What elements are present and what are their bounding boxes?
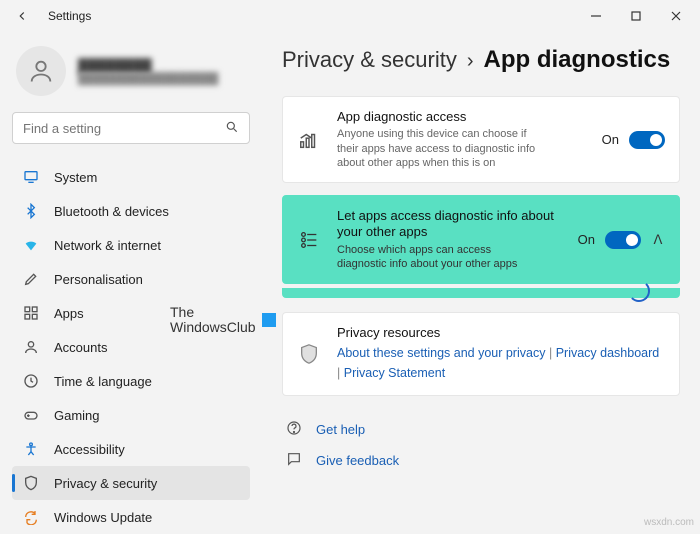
wifi-icon: [22, 236, 40, 254]
link-label: Give feedback: [316, 453, 399, 468]
accessibility-icon: [22, 440, 40, 458]
card-title: App diagnostic access: [337, 109, 586, 125]
link-privacy-dashboard[interactable]: Privacy dashboard: [556, 346, 660, 360]
profile-block[interactable]: ████████ ██████████████████: [12, 40, 250, 112]
bluetooth-icon: [22, 202, 40, 220]
apps-icon: [22, 304, 40, 322]
card-title: Privacy resources: [337, 325, 665, 341]
get-help-link[interactable]: Get help: [282, 414, 680, 445]
sidebar-item-network[interactable]: Network & internet: [12, 228, 250, 262]
nav-list: System Bluetooth & devices Network & int…: [12, 160, 250, 534]
sidebar-item-label: Time & language: [54, 374, 152, 389]
sidebar-item-bluetooth[interactable]: Bluetooth & devices: [12, 194, 250, 228]
diagnostic-access-icon: [297, 128, 321, 152]
card-title: Let apps access diagnostic info about yo…: [337, 208, 562, 241]
sidebar-item-label: Privacy & security: [54, 476, 157, 491]
link-about-settings[interactable]: About these settings and your privacy: [337, 346, 545, 360]
search-icon: [225, 120, 239, 137]
window-title: Settings: [48, 9, 91, 23]
search-input[interactable]: [23, 121, 225, 136]
clock-icon: [22, 372, 40, 390]
privacy-shield-icon: [297, 342, 321, 366]
sidebar-item-privacy[interactable]: Privacy & security: [12, 466, 250, 500]
give-feedback-link[interactable]: Give feedback: [282, 445, 680, 476]
sidebar-item-label: Accessibility: [54, 442, 125, 457]
sidebar-item-accessibility[interactable]: Accessibility: [12, 432, 250, 466]
sidebar-item-label: Network & internet: [54, 238, 161, 253]
sidebar: ████████ ██████████████████ System Bluet…: [0, 32, 260, 534]
search-box[interactable]: [12, 112, 250, 144]
sidebar-item-time[interactable]: Time & language: [12, 364, 250, 398]
toggle-state: On: [578, 232, 595, 247]
card-diagnostic-access[interactable]: App diagnostic access Anyone using this …: [282, 96, 680, 183]
link-label: Get help: [316, 422, 365, 437]
sidebar-item-label: Personalisation: [54, 272, 143, 287]
sidebar-item-label: Windows Update: [54, 510, 152, 525]
breadcrumb-separator: ›: [467, 50, 474, 73]
toggle-state: On: [602, 132, 619, 147]
sidebar-item-gaming[interactable]: Gaming: [12, 398, 250, 432]
link-privacy-statement[interactable]: Privacy Statement: [344, 366, 445, 380]
sidebar-item-apps[interactable]: Apps: [12, 296, 250, 330]
accounts-icon: [22, 338, 40, 356]
shield-icon: [22, 474, 40, 492]
sidebar-item-system[interactable]: System: [12, 160, 250, 194]
sidebar-item-label: Apps: [54, 306, 84, 321]
card-apps-diagnostic[interactable]: Let apps access diagnostic info about yo…: [282, 195, 680, 284]
brush-icon: [22, 270, 40, 288]
minimize-button[interactable]: [576, 2, 616, 30]
page-title: App diagnostics: [484, 46, 671, 74]
toggle-diagnostic-access[interactable]: [629, 131, 665, 149]
breadcrumb-parent[interactable]: Privacy & security: [282, 47, 457, 73]
sidebar-item-label: Bluetooth & devices: [54, 204, 169, 219]
gaming-icon: [22, 406, 40, 424]
update-icon: [22, 508, 40, 526]
back-button[interactable]: [8, 2, 36, 30]
profile-name: ████████: [78, 58, 218, 73]
sidebar-item-label: System: [54, 170, 97, 185]
main-panel: Privacy & security › App diagnostics App…: [260, 32, 700, 534]
sidebar-item-update[interactable]: Windows Update: [12, 500, 250, 534]
system-icon: [22, 168, 40, 186]
card-desc: Anyone using this device can choose if t…: [337, 127, 537, 170]
sidebar-item-accounts[interactable]: Accounts: [12, 330, 250, 364]
breadcrumb: Privacy & security › App diagnostics: [282, 46, 680, 74]
titlebar: Settings: [0, 0, 700, 32]
close-button[interactable]: [656, 2, 696, 30]
help-icon: [286, 420, 302, 439]
sidebar-item-label: Accounts: [54, 340, 107, 355]
profile-email: ██████████████████: [78, 73, 218, 85]
site-watermark: wsxdn.com: [644, 517, 694, 528]
avatar: [16, 46, 66, 96]
expanded-region: [282, 288, 680, 298]
chevron-up-icon[interactable]: ᐱ: [651, 232, 665, 248]
apps-diagnostic-icon: [297, 228, 321, 252]
feedback-icon: [286, 451, 302, 470]
sidebar-item-personalisation[interactable]: Personalisation: [12, 262, 250, 296]
sidebar-item-label: Gaming: [54, 408, 100, 423]
maximize-button[interactable]: [616, 2, 656, 30]
card-desc: Choose which apps can access diagnostic …: [337, 243, 537, 272]
card-privacy-resources: Privacy resources About these settings a…: [282, 312, 680, 396]
toggle-apps-diagnostic[interactable]: [605, 231, 641, 249]
